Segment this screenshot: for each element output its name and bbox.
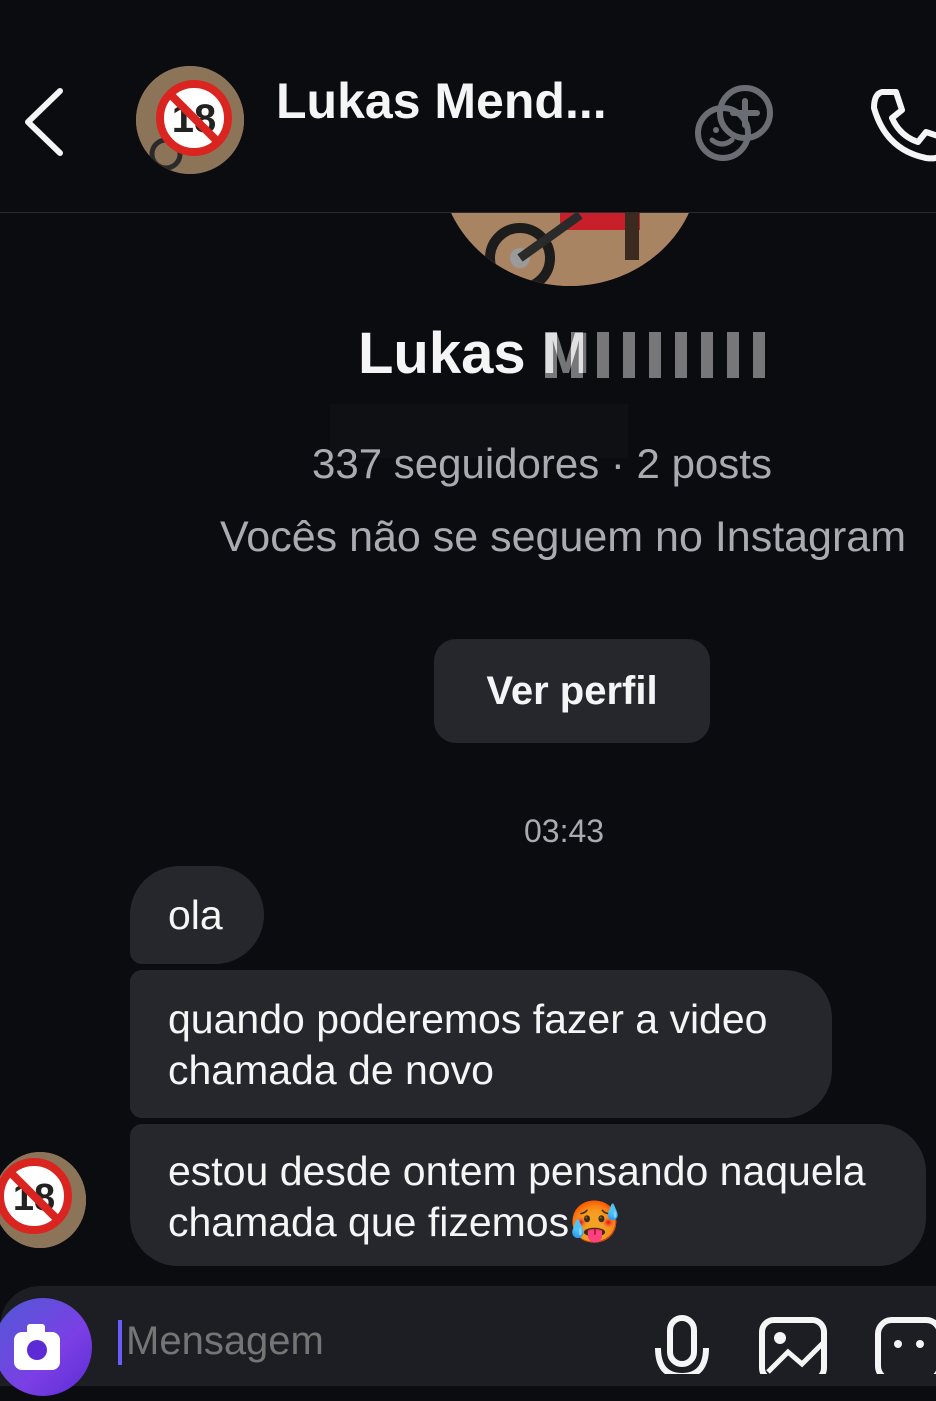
no-under-18-icon: 18 <box>136 66 244 174</box>
microphone-button[interactable] <box>650 1314 720 1380</box>
chat-header: 18 Lukas Mend... <box>0 0 936 213</box>
gallery-icon <box>759 1317 827 1383</box>
no-under-18-icon: 18 <box>0 1152 86 1248</box>
header-avatar[interactable]: 18 <box>136 66 244 174</box>
camera-icon <box>14 1324 60 1370</box>
message-text: ola <box>168 892 223 938</box>
call-button[interactable] <box>866 86 936 166</box>
message-text-line: chamada de novo <box>168 1047 494 1093</box>
message-bubble[interactable]: quando poderemos fazer a video chamada d… <box>130 970 832 1118</box>
camera-button[interactable] <box>0 1298 92 1396</box>
follow-status: Vocês não se seguem no Instagram <box>220 513 907 561</box>
header-contact-name[interactable]: Lukas Mend... <box>276 72 666 130</box>
sender-avatar[interactable]: 18 <box>0 1152 86 1248</box>
redaction-mark <box>545 332 773 378</box>
sticker-button[interactable] <box>874 1314 936 1383</box>
message-bubble[interactable]: ola <box>130 866 264 964</box>
microphone-icon <box>655 1315 709 1380</box>
phone-icon <box>871 89 936 162</box>
message-text-line: quando poderemos fazer a video <box>168 996 768 1042</box>
message-text-line: estou desde ontem pensando naquela <box>168 1148 866 1194</box>
gallery-button[interactable] <box>758 1314 828 1383</box>
back-button[interactable] <box>20 85 70 160</box>
add-effects-icon <box>695 85 773 161</box>
message-input[interactable] <box>124 1318 528 1365</box>
message-bubble[interactable]: estou desde ontem pensando naquela chama… <box>130 1124 926 1266</box>
view-profile-button[interactable]: Ver perfil <box>434 639 710 743</box>
hot-face-emoji: 🥵 <box>569 1199 621 1245</box>
text-cursor <box>118 1320 122 1365</box>
chevron-left-icon <box>25 88 63 156</box>
sticker-icon <box>875 1317 936 1383</box>
profile-stats: 337 seguidores · 2 posts <box>312 440 772 487</box>
message-text-line: chamada que fizemos <box>168 1199 570 1245</box>
effects-button[interactable] <box>692 82 776 164</box>
message-timestamp: 03:43 <box>524 813 605 849</box>
